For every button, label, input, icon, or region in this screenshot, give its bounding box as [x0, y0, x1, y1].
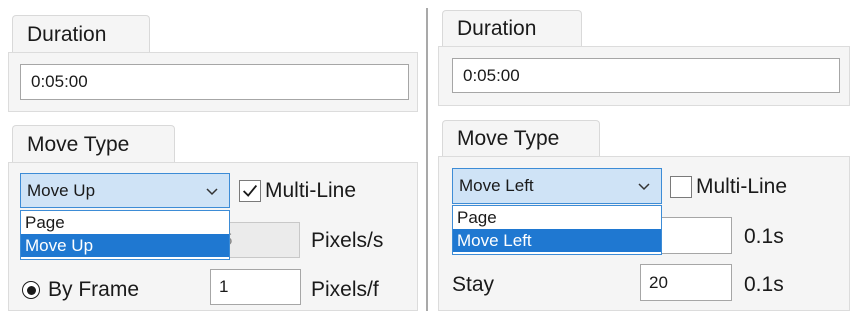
move-type-tab-label: Move Type [27, 132, 130, 156]
dropdown-option-page[interactable]: Page [21, 211, 229, 234]
multi-line-label[interactable]: Multi-Line [265, 176, 356, 206]
move-type-combo-value: Move Up [27, 180, 96, 200]
speed-unit-text: Pixels/s [311, 229, 384, 252]
move-type-combo-value: Move Left [459, 176, 534, 195]
duration-input[interactable]: 0:05:00 [452, 58, 840, 93]
duration-input[interactable]: 0:05:00 [20, 64, 409, 100]
by-frame-label[interactable]: By Frame [48, 275, 139, 305]
dropdown-option-move-up-label: Move Up [25, 235, 94, 255]
move-type-combo[interactable]: Move Up [20, 173, 230, 208]
dropdown-option-move-left[interactable]: Move Left [453, 229, 661, 252]
radio-selected-icon [26, 285, 36, 295]
duration-value: 0:05:00 [463, 65, 520, 85]
by-frame-unit-text: Pixels/f [311, 278, 379, 301]
move-type-tab[interactable]: Move Type [442, 120, 600, 157]
chevron-down-icon [638, 183, 650, 191]
right-settings-panel: Duration 0:05:00 Move Type Move Left Mul… [430, 0, 853, 311]
multi-line-checkbox[interactable] [239, 180, 261, 202]
by-frame-radio[interactable] [22, 281, 40, 299]
stay-input[interactable]: 20 [640, 264, 732, 301]
move-type-tab[interactable]: Move Type [12, 125, 175, 163]
panel-divider [426, 8, 428, 311]
move-type-dropdown-list[interactable]: Page Move Left [452, 205, 662, 255]
speed-unit-label: Pixels/s [311, 226, 383, 256]
stay-unit-text: 0.1s [744, 273, 784, 296]
move-type-dropdown-list[interactable]: Page Move Up [20, 210, 230, 260]
stay-text: Stay [452, 273, 495, 296]
dropdown-option-page[interactable]: Page [453, 206, 661, 229]
multi-line-text: Multi-Line [265, 179, 357, 202]
by-frame-text: By Frame [48, 278, 140, 301]
speed-unit-text: 0.1s [744, 225, 784, 248]
stay-unit-label: 0.1s [744, 270, 784, 300]
stay-value: 20 [649, 272, 668, 292]
chevron-down-icon [206, 187, 218, 195]
multi-line-label[interactable]: Multi-Line [696, 172, 787, 202]
move-type-tab-label: Move Type [457, 127, 560, 150]
left-settings-panel: Duration 0:05:00 Move Type Move Up Multi… [0, 0, 424, 311]
multi-line-checkbox[interactable] [670, 176, 692, 198]
duration-tab[interactable]: Duration [12, 15, 150, 53]
dropdown-option-page-label: Page [457, 207, 497, 227]
speed-unit-label: 0.1s [744, 222, 784, 252]
dropdown-option-move-up[interactable]: Move Up [21, 234, 229, 257]
by-frame-value: 1 [219, 277, 229, 296]
duration-tab-label: Duration [27, 22, 107, 46]
stay-label: Stay [452, 270, 494, 300]
by-frame-unit-label: Pixels/f [311, 275, 379, 305]
move-type-combo[interactable]: Move Left [452, 168, 662, 204]
duration-tab[interactable]: Duration [442, 10, 582, 47]
duration-tab-label: Duration [457, 17, 537, 40]
checkmark-icon [242, 184, 258, 197]
duration-value: 0:05:00 [31, 72, 88, 91]
multi-line-text: Multi-Line [696, 175, 788, 198]
by-frame-input[interactable]: 1 [210, 269, 301, 305]
dropdown-option-page-label: Page [25, 212, 65, 232]
dropdown-option-move-left-label: Move Left [457, 230, 532, 250]
